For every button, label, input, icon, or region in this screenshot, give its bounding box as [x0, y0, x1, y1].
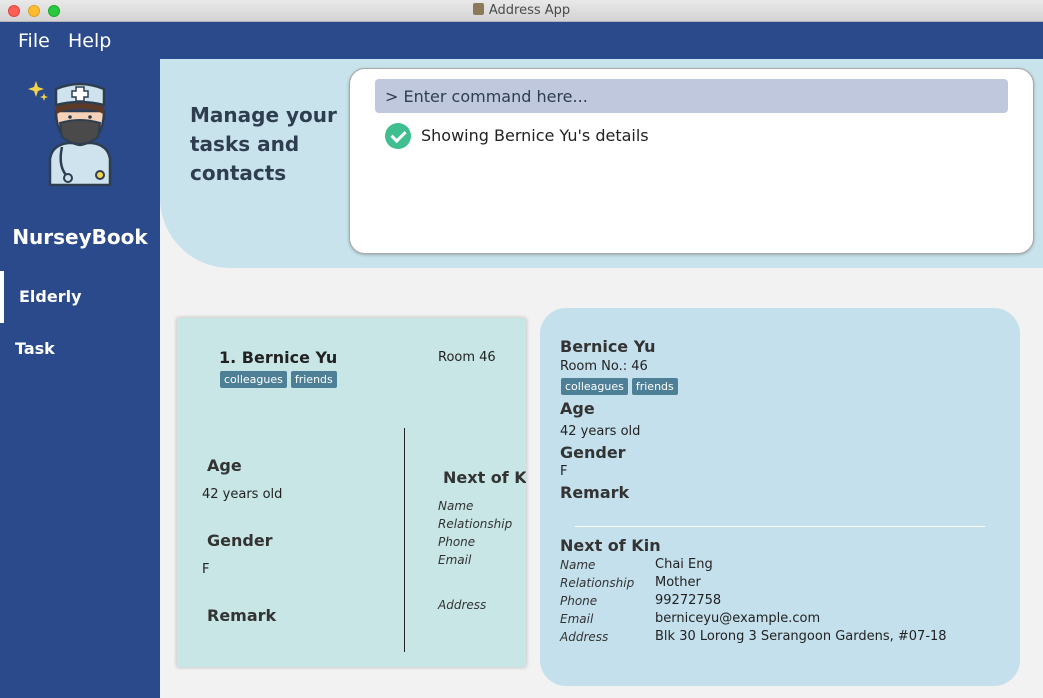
gender-label: Gender — [207, 531, 273, 550]
sidebar-item-label: Elderly — [19, 287, 82, 306]
detail-name: Bernice Yu — [560, 337, 656, 356]
window-title: Address App — [488, 3, 571, 18]
gender-value: F — [202, 562, 210, 577]
nok-field-email: Email — [438, 553, 472, 567]
command-input[interactable] — [375, 79, 1008, 113]
detail-nok-value: Mother — [655, 575, 701, 590]
tag-list: colleagues friends — [220, 368, 341, 388]
detail-room: Room No.: 46 — [560, 359, 648, 374]
sidebar-item-elderly[interactable]: Elderly — [0, 271, 160, 323]
detail-gender-label: Gender — [560, 443, 626, 462]
detail-nok-field: Phone — [560, 594, 598, 608]
detail-nok-field: Relationship — [560, 576, 635, 590]
detail-nok-field: Address — [560, 630, 609, 644]
nok-field-phone: Phone — [438, 535, 476, 549]
person-list-card[interactable]: 1. Bernice Yu Room 46 colleagues friends … — [177, 318, 526, 667]
tag: friends — [631, 378, 678, 395]
detail-remark-label: Remark — [560, 483, 630, 502]
detail-next-of-kin-title: Next of Kin — [560, 536, 661, 555]
check-circle-icon — [385, 123, 411, 149]
detail-gender-value: F — [560, 464, 568, 479]
person-name: 1. Bernice Yu — [219, 348, 338, 367]
nurse-logo-icon — [28, 81, 112, 187]
age-label: Age — [207, 456, 242, 475]
menu-file[interactable]: File — [18, 30, 50, 52]
next-of-kin-title: Next of Kin — [443, 468, 526, 487]
result-message: Showing Bernice Yu's details — [421, 126, 649, 145]
tag: friends — [290, 371, 337, 388]
menu-bar: File Help — [0, 22, 1043, 59]
tagline: Manage your tasks and contacts — [190, 103, 337, 185]
active-indicator — [0, 271, 4, 323]
app-brand-name: NurseyBook — [12, 225, 148, 249]
nok-field-address: Address — [438, 598, 487, 612]
sidebar: NurseyBook Elderly Task — [0, 59, 160, 698]
header-band: Manage your tasks and contacts Showing B… — [160, 59, 1043, 268]
person-detail-panel: Bernice Yu Room No.: 46 colleagues friend… — [540, 308, 1020, 686]
tag: colleagues — [561, 378, 628, 395]
window-titlebar: Address App — [0, 0, 1043, 22]
sidebar-item-label: Task — [15, 339, 55, 358]
remark-label: Remark — [207, 606, 277, 625]
detail-age-value: 42 years old — [560, 424, 641, 439]
nok-field-relationship: Relationship — [438, 517, 513, 531]
app-icon — [472, 3, 484, 15]
detail-nok-field: Email — [560, 612, 594, 626]
column-divider — [404, 428, 405, 652]
detail-age-label: Age — [560, 399, 595, 418]
command-panel: Showing Bernice Yu's details — [349, 68, 1034, 254]
detail-divider — [575, 526, 985, 527]
nok-field-name: Name — [438, 499, 474, 513]
detail-nok-value: Chai Eng — [655, 557, 713, 572]
detail-tag-list: colleagues friends — [561, 375, 682, 395]
detail-nok-field: Name — [560, 558, 596, 572]
age-value: 42 years old — [202, 487, 283, 502]
detail-nok-value: 99272758 — [655, 593, 722, 608]
tag: colleagues — [220, 371, 287, 388]
person-room: Room 46 — [438, 350, 496, 365]
detail-nok-value: Blk 30 Lorong 3 Serangoon Gardens, #07-1… — [655, 629, 947, 644]
menu-help[interactable]: Help — [68, 30, 111, 52]
sidebar-item-task[interactable]: Task — [0, 329, 160, 379]
detail-nok-value: berniceyu@example.com — [655, 611, 821, 626]
